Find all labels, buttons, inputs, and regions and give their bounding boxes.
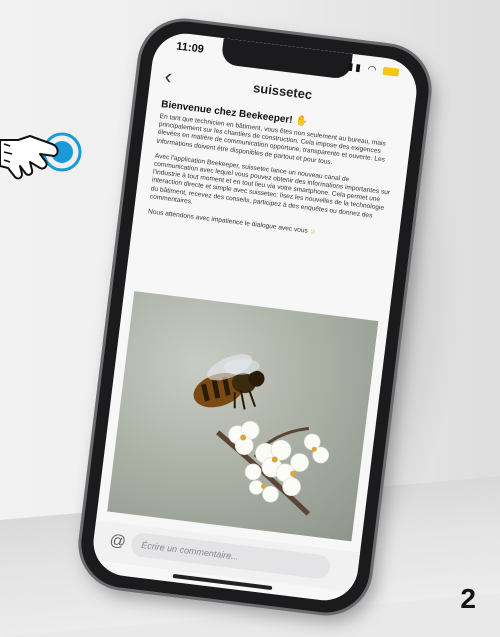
phone-screen: 11:09 ▮▮ ◠ ‹ suissetec Bienvenue chez Be…	[89, 29, 421, 605]
status-icons: ▮▮ ◠	[347, 61, 400, 78]
bee-photo[interactable]	[107, 291, 379, 542]
signal-icon: ▮▮	[347, 61, 364, 75]
status-time: 11:09	[175, 40, 205, 56]
post-content: Bienvenue chez Beekeeper! ✋ En tant que …	[147, 99, 398, 252]
touch-hand-icon	[0, 132, 82, 180]
bee	[193, 354, 265, 410]
wifi-icon: ◠	[366, 63, 379, 77]
bee-photo-illustration	[193, 354, 329, 516]
at-icon[interactable]: @	[109, 532, 127, 552]
smile-emoji-icon: ☺	[309, 228, 317, 236]
step-number: 2	[460, 583, 476, 614]
wave-emoji-icon: ✋	[294, 115, 309, 128]
battery-icon	[382, 67, 400, 78]
comment-input[interactable]: Écrire un commentaire...	[129, 531, 332, 580]
